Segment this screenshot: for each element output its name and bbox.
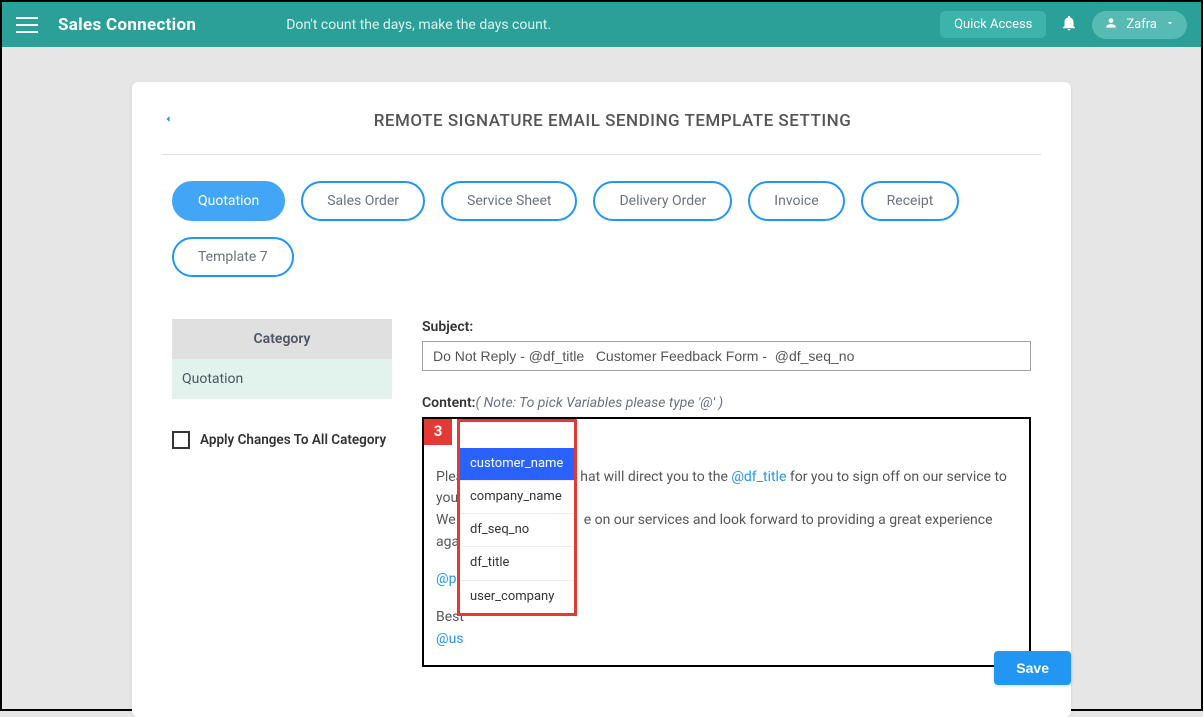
content-editor[interactable]: 3 @ customer_name company_name df_seq_no… (422, 417, 1031, 667)
tab-sales-order[interactable]: Sales Order (301, 181, 425, 221)
tab-template-7[interactable]: Template 7 (172, 237, 294, 277)
tab-delivery-order[interactable]: Delivery Order (593, 181, 732, 221)
apply-all-label: Apply Changes To All Category (200, 432, 386, 448)
template-tabs: Quotation Sales Order Service Sheet Deli… (162, 181, 1041, 277)
dropdown-item-company-name[interactable]: company_name (460, 481, 574, 514)
dropdown-item-customer-name[interactable]: customer_name (460, 448, 574, 481)
chevron-down-icon (1165, 17, 1175, 32)
dropdown-item-df-title[interactable]: df_title (460, 547, 574, 580)
user-menu[interactable]: Zafra (1092, 11, 1187, 39)
subject-label: Subject: (422, 319, 1031, 335)
divider (162, 154, 1041, 155)
category-sidebar: Category Quotation Apply Changes To All … (172, 319, 392, 667)
category-header: Category (172, 319, 392, 359)
dropdown-item-df-seq-no[interactable]: df_seq_no (460, 514, 574, 547)
top-bar: Sales Connection Don't count the days, m… (2, 2, 1201, 47)
slogan-text: Don't count the days, make the days coun… (286, 17, 551, 33)
page-title: REMOTE SIGNATURE EMAIL SENDING TEMPLATE … (184, 111, 1041, 131)
tab-service-sheet[interactable]: Service Sheet (441, 181, 577, 221)
step-marker-3: 3 (424, 419, 452, 445)
user-icon (1104, 16, 1118, 34)
quick-access-button[interactable]: Quick Access (940, 11, 1046, 38)
save-button[interactable]: Save (994, 651, 1071, 685)
tab-quotation[interactable]: Quotation (172, 181, 285, 221)
tab-receipt[interactable]: Receipt (861, 181, 960, 221)
category-item-quotation[interactable]: Quotation (172, 359, 392, 399)
back-button[interactable] (162, 110, 174, 132)
bell-icon[interactable] (1060, 14, 1078, 36)
menu-icon[interactable] (16, 17, 38, 33)
content-note: ( Note: To pick Variables please type '@… (475, 395, 723, 411)
brand-title: Sales Connection (58, 15, 196, 35)
settings-card: REMOTE SIGNATURE EMAIL SENDING TEMPLATE … (132, 82, 1071, 717)
content-label: Content: (422, 395, 475, 411)
apply-all-checkbox[interactable] (172, 431, 190, 449)
subject-input[interactable] (422, 341, 1031, 371)
dropdown-item-user-company[interactable]: user_company (460, 581, 574, 613)
variable-dropdown: customer_name company_name df_seq_no df_… (457, 419, 577, 616)
user-name: Zafra (1126, 17, 1157, 32)
tab-invoice[interactable]: Invoice (748, 181, 844, 221)
content-line-8: @us (436, 629, 1017, 651)
